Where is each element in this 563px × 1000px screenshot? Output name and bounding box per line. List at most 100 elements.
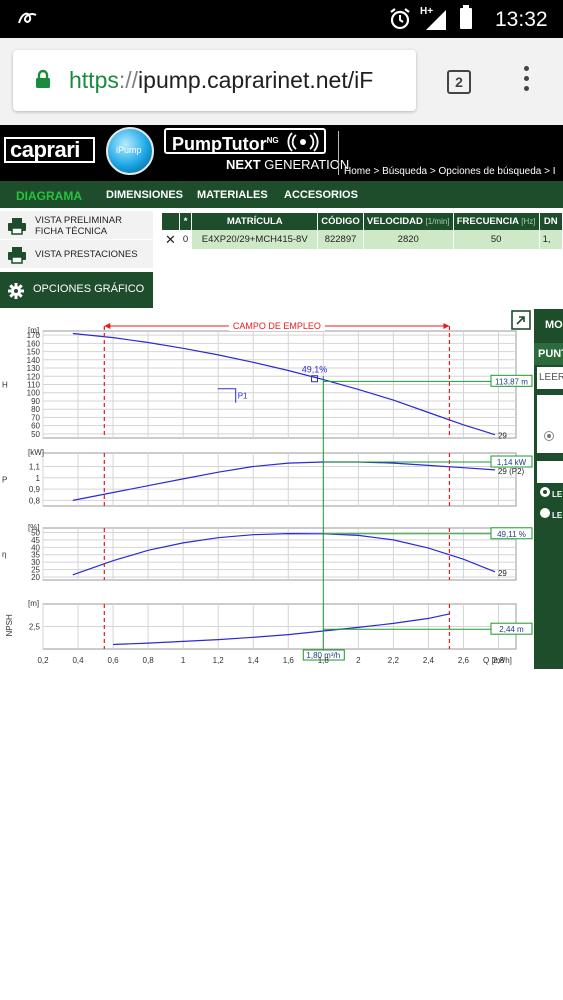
right-panel: MO PUNT LEER LE LE [534,309,563,669]
table-header [162,213,180,230]
table-header-velocidad[interactable]: VELOCIDAD [1/min] [363,213,454,230]
tab-switcher-button[interactable]: 2 [447,70,471,94]
y-tick-label: 1 [36,474,41,483]
x-tick-label: 2,4 [423,656,435,665]
site-header: caprari iPump PumpTutorNG NEXT GENERATIO… [0,125,563,181]
y-unit-label: [m] [28,599,39,608]
y-tick-label: 0,8 [29,496,41,505]
table-cell: 2820 [363,230,454,249]
y-axis-name: P [2,476,7,485]
table-header[interactable]: MATRÍCULA [191,213,319,230]
x-tick-label: 0,8 [143,656,155,665]
y-unit-label: [m] [28,326,39,335]
table-cell: 50 [453,230,540,249]
tab-materiales[interactable]: MATERIALES [197,189,268,201]
y-tick-label: 90 [31,397,40,406]
select-box[interactable] [537,461,563,483]
tab-diagrama[interactable]: DIAGRAMA [16,189,82,203]
series-label: 29 [498,432,507,441]
table-header[interactable]: CÓDIGO [317,213,364,230]
efficiency-point-label: 49,1% [302,365,328,375]
y-tick-label: 50 [31,430,40,439]
performance-chart: 5060708090100110120130140150160170[m]H29… [2,310,533,665]
ipump-logo[interactable]: iPump [106,127,154,175]
y-tick-label: 2,5 [29,623,41,632]
y-tick-label: 120 [27,372,41,381]
y-tick-label: 80 [31,405,40,414]
alarm-icon [389,7,411,36]
y-axis-name: η [2,550,6,559]
next-generation-label: NEXT GENERATION [226,157,350,172]
clock: 13:32 [495,8,548,31]
table-cell: 1, [539,230,563,249]
x-axis-label: Q [m³/h] [483,656,512,665]
main-tabs: DIAGRAMA DIMENSIONES MATERIALES ACCESORI… [0,181,563,208]
readout-value: 113,87 m [495,377,528,386]
x-tick-label: 1 [181,656,186,665]
table-row[interactable]: ✕ 0 E4XP20/29+MCH415-8V 822897 2820 50 1… [162,230,563,249]
radio-label: LE [552,511,563,520]
results-table: * MATRÍCULA CÓDIGO VELOCIDAD [1/min] FRE… [162,213,563,249]
tab-dimensiones[interactable]: DIMENSIONES [106,189,183,201]
readout-value: 1,14 kW [497,458,527,467]
gear-icon [8,283,24,304]
y-tick-label: 0,9 [29,485,41,494]
table-cell: 0 [179,230,193,249]
y-tick-label: 160 [27,339,41,348]
table-header[interactable]: DN [539,213,563,230]
table-cell[interactable]: E4XP20/29+MCH415-8V [191,230,319,249]
table-header-row: * MATRÍCULA CÓDIGO VELOCIDAD [1/min] FRE… [162,213,563,230]
right-panel-title: MO [545,319,563,331]
series-label: 29 (P2) [498,467,525,476]
swirl-icon [286,131,320,158]
campo-arrow-left [104,323,111,329]
printer-icon [7,217,27,240]
campo-label: CAMPO DE EMPLEO [233,321,321,331]
address-bar[interactable]: https://ipump.caprarinet.net/iF [13,50,416,111]
y-tick-label: 1,1 [29,463,41,472]
p1-label: P1 [238,392,248,401]
url-text: https://ipump.caprarinet.net/iF [69,67,374,93]
table-header-frecuencia[interactable]: FRECUENCIA [Hz] [453,213,540,230]
opciones-grafico-button[interactable]: OPCIONES GRÁFICO [0,272,153,309]
x-tick-label: 1,2 [213,656,225,665]
radio-option[interactable] [544,431,554,441]
x-tick-label: 1,4 [248,656,260,665]
x-tick-label: 2,6 [458,656,470,665]
punto-input[interactable]: LEER [537,367,563,389]
options-box [537,395,563,453]
table-header[interactable]: * [179,213,193,230]
y-tick-label: 150 [27,348,41,357]
x-tick-label: 2,2 [388,656,400,665]
series-label: 29 [498,569,507,578]
vista-preliminar-button[interactable]: VISTA PRELIMINAR FICHA TÉCNICA [0,211,153,240]
status-bar: H+ 13:32 [0,0,563,38]
battery-icon [460,5,472,29]
y-tick-label: 100 [27,389,41,398]
printer-icon [7,246,27,269]
readout-value: 2,44 m [499,625,524,634]
tab-accesorios[interactable]: ACCESORIOS [284,189,358,201]
y-unit-label: [%] [28,523,40,532]
x-tick-label: 1,6 [283,656,295,665]
y-unit-label: [kW] [28,448,44,457]
vista-prestaciones-button[interactable]: VISTA PRESTACIONES [0,240,153,269]
browser-toolbar: https://ipump.caprarinet.net/iF 2 [0,38,563,125]
pumptutor-logo: PumpTutorNG [164,128,326,154]
caprari-logo[interactable]: caprari [4,137,95,163]
y-axis-name: H [2,381,8,390]
y-tick-label: 140 [27,356,41,365]
radio-option-le[interactable] [540,487,550,497]
remove-row-icon[interactable]: ✕ [162,230,180,249]
punto-section-label: PUNT [534,343,563,365]
plot-frame [42,452,517,507]
breadcrumb[interactable]: Home > Búsqueda > Opciones de búsqueda >… [344,166,556,177]
y-tick-label: 70 [31,413,40,422]
x-tick-label: 2 [356,656,361,665]
x-tick-label: 0,6 [108,656,120,665]
left-menu: VISTA PRELIMINAR FICHA TÉCNICA VISTA PRES… [0,211,153,309]
table-cell: 822897 [317,230,364,249]
browser-menu-icon[interactable] [522,66,530,96]
radio-option-le[interactable] [540,508,550,518]
app-notification-icon [16,9,40,32]
